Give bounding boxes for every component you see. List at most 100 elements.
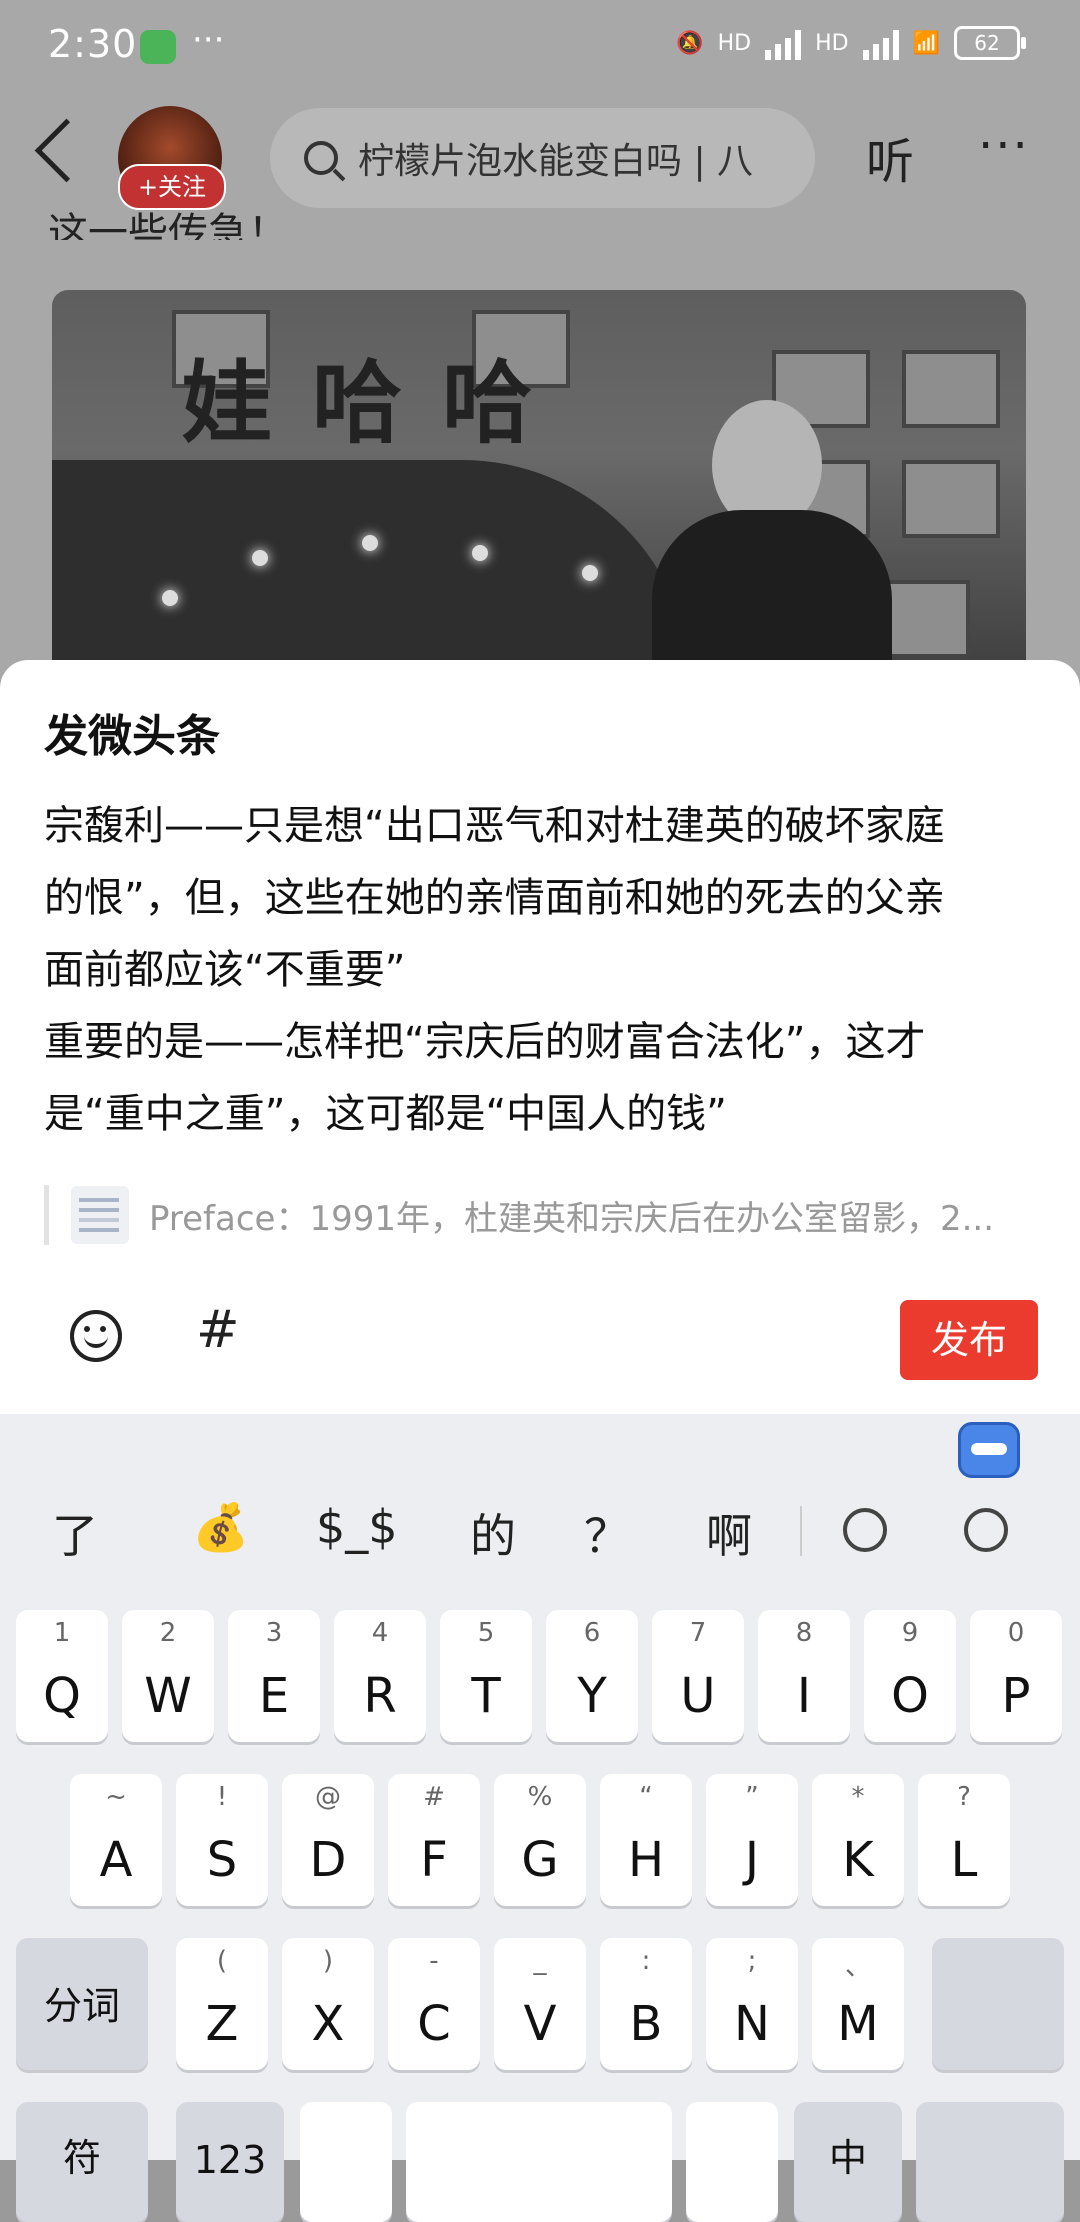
key-secondary-label: ”	[745, 1782, 759, 1812]
bottom-row-key[interactable]: 123	[176, 2102, 284, 2222]
key-t[interactable]: 5T	[440, 1610, 532, 1742]
key-s[interactable]: ! S	[176, 1774, 268, 1906]
follow-button[interactable]: +关注	[118, 164, 226, 210]
sheet-title: 发微头条	[44, 711, 220, 762]
key-label: 符	[62, 2136, 101, 2180]
back-arrow-icon[interactable]	[34, 118, 99, 183]
bottom-row-key[interactable]: 符	[16, 2102, 148, 2222]
quoted-article[interactable]: Preface：1991年，杜建英和宗庆后在办公室留影，2...	[44, 1185, 1039, 1245]
key-v[interactable]: _ V	[494, 1938, 586, 2070]
key-secondary-label: (	[216, 1946, 228, 1976]
key-primary-label: M	[837, 1996, 879, 2052]
candidate-word[interactable]: 的	[470, 1500, 516, 1566]
key-k[interactable]: * K	[812, 1774, 904, 1906]
key-primary-label: W	[144, 1668, 192, 1724]
listen-button[interactable]: 听	[866, 122, 914, 192]
key-primary-label: K	[842, 1832, 874, 1888]
candidate-divider	[800, 1506, 802, 1556]
article-photo[interactable]: 娃哈哈	[52, 290, 1026, 690]
candidate-word[interactable]: 💰	[192, 1500, 249, 1555]
quote-text: Preface：1991年，杜建英和宗庆后在办公室留影，2...	[149, 1198, 995, 1239]
key-c[interactable]: -C	[388, 1938, 480, 2070]
key-primary-label: H	[627, 1832, 665, 1888]
key-secondary-label: ?	[957, 1782, 971, 1812]
quote-thumbnail	[71, 1186, 129, 1244]
emoji-icon[interactable]	[70, 1310, 122, 1362]
key-g[interactable]: % G	[494, 1774, 586, 1906]
key-primary-label: L	[950, 1832, 978, 1888]
keyboard-assistant-icon[interactable]	[958, 1422, 1020, 1478]
key-d[interactable]: @ D	[282, 1774, 374, 1906]
key-secondary-label: -	[429, 1946, 439, 1976]
key-o[interactable]: 9O	[864, 1610, 956, 1742]
signal-icon	[765, 26, 802, 60]
backspace-key[interactable]	[932, 1938, 1064, 2070]
hashtag-button[interactable]: #	[196, 1300, 240, 1360]
bottom-row-key[interactable]	[686, 2102, 778, 2222]
key-n[interactable]: ; N	[706, 1938, 798, 2070]
key-primary-label: F	[420, 1832, 448, 1888]
photo-sign-text: 娃哈哈	[182, 350, 572, 456]
more-options-button[interactable]: ···	[978, 118, 1030, 174]
clear-icon[interactable]	[964, 1508, 1008, 1552]
key-primary-label: R	[363, 1668, 397, 1724]
status-time: 2:30	[48, 22, 138, 66]
key-primary-label: P	[1001, 1668, 1031, 1724]
bottom-row-key[interactable]	[406, 2102, 672, 2222]
key-primary-label: G	[521, 1832, 559, 1888]
publish-button[interactable]: 发布	[900, 1300, 1038, 1380]
key-primary-label: Y	[577, 1668, 607, 1724]
candidate-word[interactable]: ？	[584, 1500, 630, 1566]
key-l[interactable]: ? L	[918, 1774, 1010, 1906]
candidate-word[interactable]: 了	[52, 1500, 98, 1566]
key-z[interactable]: (Z	[176, 1938, 268, 2070]
key-h[interactable]: “H	[600, 1774, 692, 1906]
key-p[interactable]: 0P	[970, 1610, 1062, 1742]
key-m[interactable]: 、 M	[812, 1938, 904, 2070]
key-f[interactable]: # F	[388, 1774, 480, 1906]
key-x[interactable]: ) X	[282, 1938, 374, 2070]
key-primary-label: S	[206, 1832, 238, 1888]
key-j[interactable]: ” J	[706, 1774, 798, 1906]
search-bar[interactable]: 柠檬片泡水能变白吗 | 八	[270, 108, 815, 208]
key-secondary-label: )	[322, 1946, 334, 1976]
key-r[interactable]: 4R	[334, 1610, 426, 1742]
search-text: 柠檬片泡水能变白吗 | 八	[358, 141, 754, 182]
key-primary-label: Q	[43, 1668, 81, 1724]
key-secondary-label: 5	[477, 1618, 495, 1648]
post-text-input[interactable]: 宗馥利——只是想“出口恶气和对杜建英的破坏家庭 的恨”，但，这些在她的亲情面前和…	[44, 790, 1044, 1150]
key-e[interactable]: 3E	[228, 1610, 320, 1742]
key-a[interactable]: ~ A	[70, 1774, 162, 1906]
photo-light	[362, 535, 378, 551]
key-label: 中	[828, 2136, 867, 2180]
wifi-icon: 📶	[912, 30, 940, 56]
bottom-row-key[interactable]: 中	[794, 2102, 902, 2222]
key-label: 分词	[43, 1984, 120, 2028]
key-secondary-label: 、	[844, 1952, 871, 1982]
candidate-word[interactable]: 啊	[706, 1500, 752, 1566]
key-secondary-label: _	[533, 1946, 547, 1976]
key-y[interactable]: 6Y	[546, 1610, 638, 1742]
key-primary-label: J	[744, 1832, 760, 1888]
bottom-row-key[interactable]	[916, 2102, 1064, 2222]
candidate-word[interactable]: $_$	[316, 1500, 398, 1554]
key-secondary-label: 4	[371, 1618, 389, 1648]
key-b[interactable]: :B	[600, 1938, 692, 2070]
key-primary-label: V	[523, 1996, 557, 2052]
more-notifications-icon: ···	[192, 20, 225, 60]
key-q[interactable]: 1Q	[16, 1610, 108, 1742]
post-text-line: 的恨”，但，这些在她的亲情面前和她的死去的父亲	[44, 875, 945, 921]
status-bar: 2:30 ··· 🔕 HD HD 📶 62	[0, 0, 1080, 95]
key-w[interactable]: 2W	[122, 1610, 214, 1742]
key-secondary-label: ~	[105, 1782, 127, 1812]
split-word-key[interactable]: 分词	[16, 1938, 148, 2070]
keyboard: 了 💰 $_$ 的 ？ 啊 1 Q 2 W 3 E 4 R 5 T 6 Y 7 U 8 I 9 O 0 P ~ A! S @ D…	[0, 1414, 1080, 2222]
key-primary-label: Z	[205, 1996, 239, 2052]
key-i[interactable]: 8I	[758, 1610, 850, 1742]
key-secondary-label: @	[315, 1782, 341, 1812]
key-u[interactable]: 7U	[652, 1610, 744, 1742]
bottom-row-key[interactable]	[300, 2102, 392, 2222]
post-text-line: 是“重中之重”，这可都是“中国人的钱”	[44, 1091, 727, 1137]
key-secondary-label: 0	[1007, 1618, 1025, 1648]
link-icon[interactable]	[843, 1508, 887, 1552]
